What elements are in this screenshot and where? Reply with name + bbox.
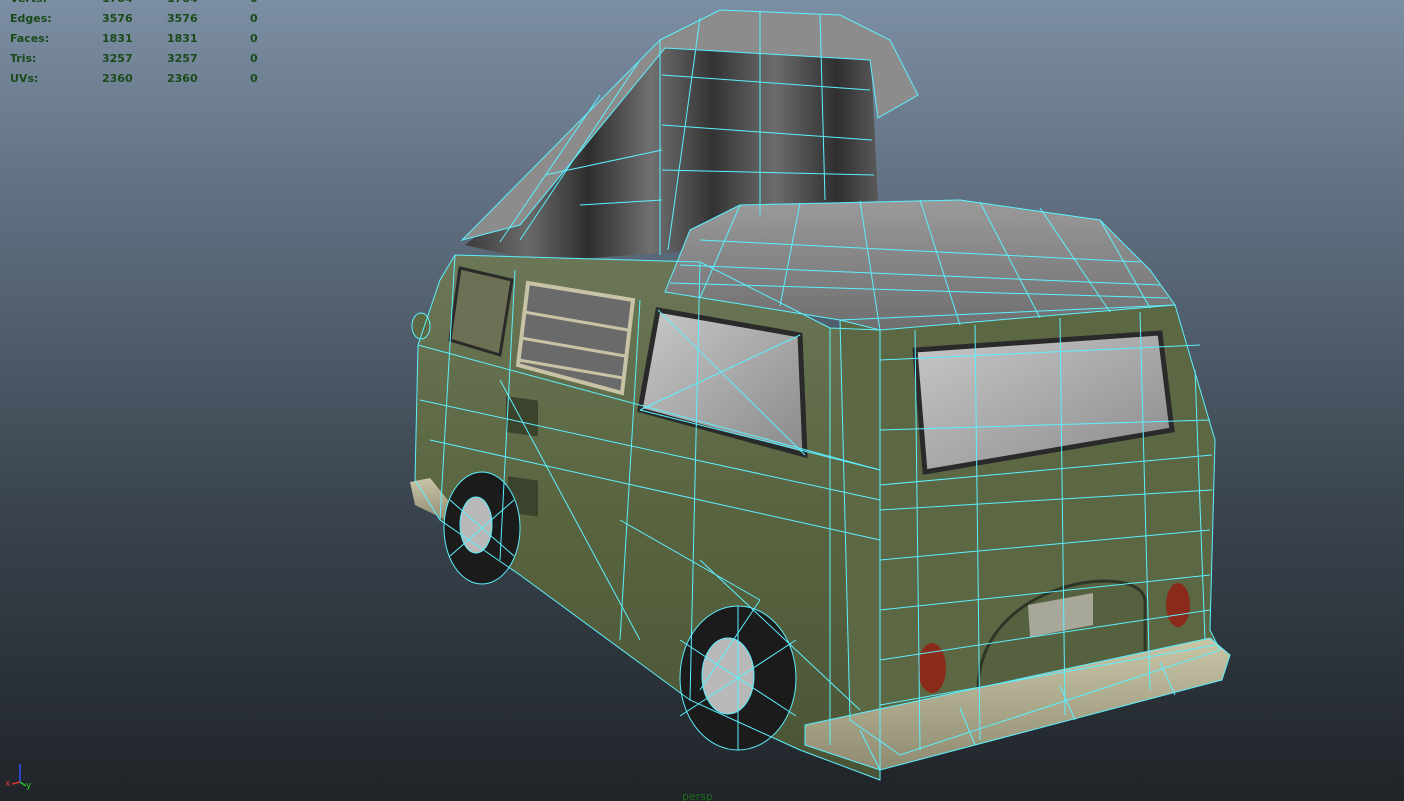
side-vent-upper bbox=[506, 396, 538, 437]
axis-y-label: y bbox=[26, 781, 32, 790]
camper-van-model[interactable] bbox=[0, 0, 1404, 801]
axis-x-line bbox=[11, 781, 21, 785]
maya-perspective-viewport[interactable]: Verts: 1784 1784 0 Edges: 3576 3576 0 Fa… bbox=[0, 0, 1404, 801]
curtain-window bbox=[448, 266, 514, 357]
camera-name-label: persp bbox=[682, 790, 713, 801]
tail-light-right bbox=[1166, 583, 1190, 627]
axis-gizmo: x y bbox=[5, 764, 32, 790]
axis-x-label: x bbox=[5, 779, 11, 789]
